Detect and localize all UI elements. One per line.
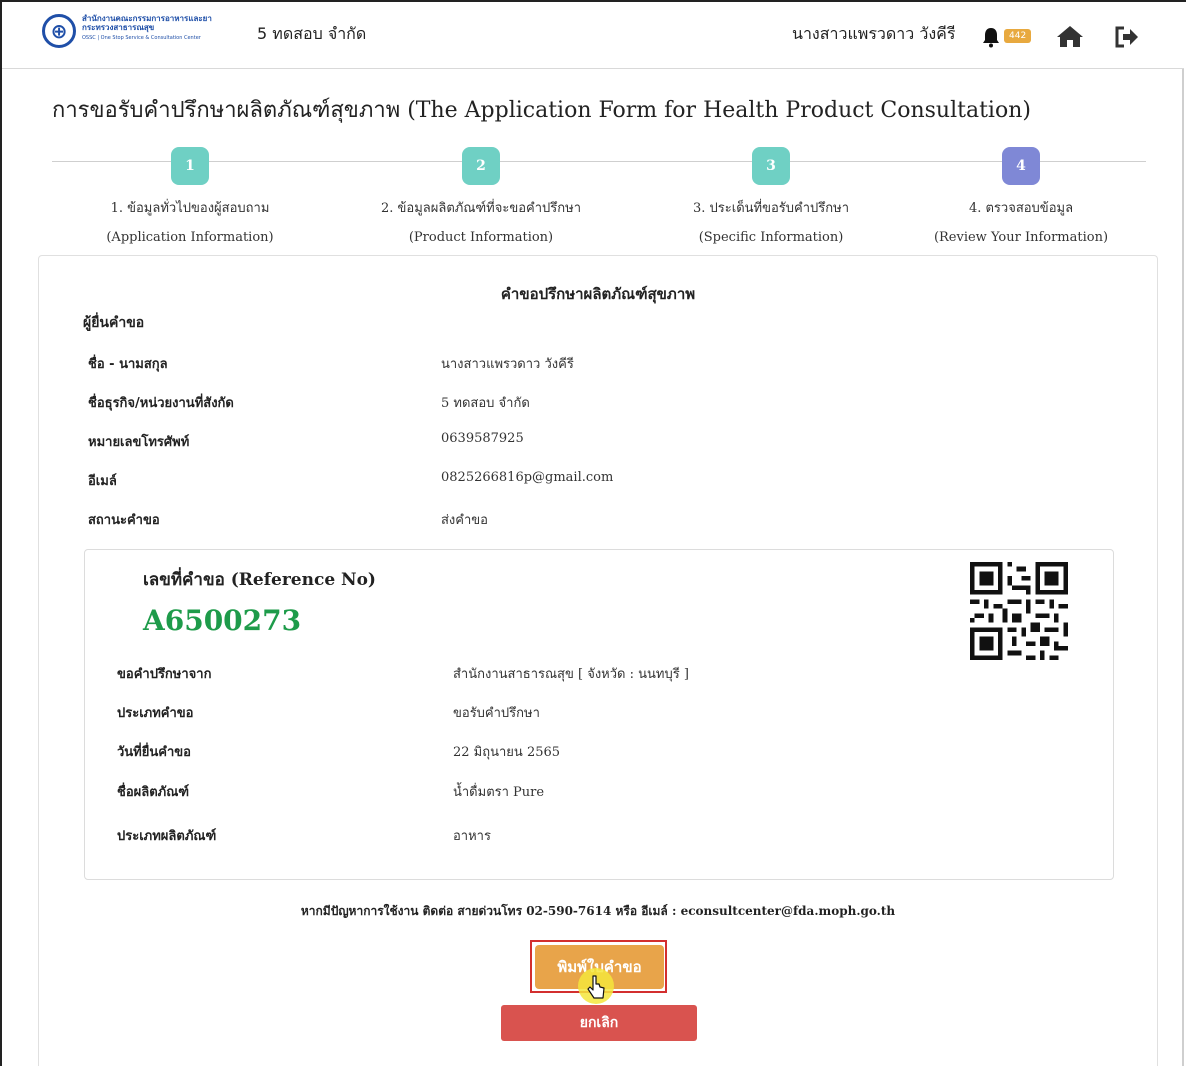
logo-line2: กระทรวงสาธารณสุข (82, 23, 155, 32)
request-status-label: สถานะคำขอ (88, 513, 160, 528)
applicant-name-label: ชื่อ - นามสกุล (88, 357, 168, 372)
reference-panel (84, 549, 1114, 880)
step-1-label: 1. ข้อมูลทั่วไปของผู้สอบถาม (110, 201, 270, 216)
step-4-sublabel: (Review Your Information) (933, 230, 1109, 245)
request-type-value: ขอรับคำปรึกษา (453, 706, 540, 721)
fda-logo[interactable]: ⊕ สำนักงานคณะกรรมการอาหารและยา กระทรวงสา… (42, 12, 242, 58)
applicant-org-label: ชื่อธุรกิจ/หน่วยงานที่สังกัด (88, 396, 234, 411)
user-name[interactable]: นางสาวแพรวดาว วังคีรี (792, 22, 955, 47)
step-4-label: 4. ตรวจสอบข้อมูล (968, 201, 1074, 216)
fda-logo-emblem-icon: ⊕ (42, 14, 76, 48)
product-name-value: น้ำดื่มตรา Pure (453, 785, 545, 800)
request-type-label: ประเภทคำขอ (117, 706, 194, 721)
step-4-number: 4 (1002, 147, 1040, 185)
bell-icon[interactable] (980, 26, 1002, 48)
cancel-button[interactable]: ยกเลิก (501, 1005, 697, 1041)
applicant-email-value: 0825266816p@gmail.com (441, 470, 614, 485)
step-3-sublabel: (Specific Information) (698, 230, 844, 245)
help-contact-text: หากมีปัญหาการใช้งาน ติดต่อ สายด่วนโทร 02… (300, 904, 896, 918)
step-2[interactable]: 2 2. ข้อมูลผลิตภัณฑ์ที่จะขอคำปรึกษา (Pro… (361, 147, 601, 245)
consult-from-value: สำนักงานสาธารณสุข [ จังหวัด : นนทบุรี ] (453, 667, 689, 682)
step-3-number: 3 (752, 147, 790, 185)
logo-text: สำนักงานคณะกรรมการอาหารและยา กระทรวงสาธา… (82, 14, 212, 43)
step-3-label: 3. ประเด็นที่ขอรับคำปรึกษา (693, 201, 849, 216)
product-type-label: ประเภทผลิตภัณฑ์ (117, 829, 217, 844)
logout-icon[interactable] (1115, 26, 1139, 48)
step-2-label: 2. ข้อมูลผลิตภัณฑ์ที่จะขอคำปรึกษา (380, 201, 582, 216)
step-2-sublabel: (Product Information) (408, 230, 554, 245)
home-icon[interactable] (1056, 24, 1084, 48)
product-type-value: อาหาร (453, 829, 491, 844)
applicant-phone-value: 0639587925 (441, 431, 524, 446)
request-status-value: ส่งคำขอ (441, 513, 488, 528)
reference-number: A6500273 (143, 604, 302, 637)
applicant-email-label: อีเมล์ (88, 474, 117, 489)
consult-from-label: ขอคำปรึกษาจาก (117, 667, 212, 682)
submit-date-label: วันที่ยื่นคำขอ (117, 745, 191, 760)
applicant-phone-label: หมายเลขโทรศัพท์ (88, 435, 190, 450)
step-3[interactable]: 3 3. ประเด็นที่ขอรับคำปรึกษา (Specific I… (651, 147, 891, 245)
reference-label: เลขที่คำขอ (Reference No) (143, 570, 376, 590)
applicant-name-value: นางสาวแพรวดาว วังคีรี (441, 357, 574, 372)
step-2-number: 2 (462, 147, 500, 185)
product-name-label: ชื่อผลิตภัณฑ์ (117, 785, 190, 800)
logo-line3: OSSC | One Stop Service & Consultation C… (82, 35, 201, 41)
logo-line1: สำนักงานคณะกรรมการอาหารและยา (82, 14, 212, 23)
qr-code-icon (970, 562, 1068, 660)
step-1-sublabel: (Application Information) (106, 230, 274, 245)
step-4[interactable]: 4 4. ตรวจสอบข้อมูล (Review Your Informat… (901, 147, 1141, 245)
form-title: คำขอปรึกษาผลิตภัณฑ์สุขภาพ (500, 285, 696, 303)
company-name: 5 ทดสอบ จำกัด (257, 24, 367, 43)
applicant-heading: ผู้ยื่นคำขอ (83, 315, 145, 331)
applicant-org-value: 5 ทดสอบ จำกัด (441, 396, 530, 411)
step-1[interactable]: 1 1. ข้อมูลทั่วไปของผู้สอบถาม (Applicati… (70, 147, 310, 245)
step-1-number: 1 (171, 147, 209, 185)
hand-cursor-icon (578, 968, 614, 1004)
top-navbar: ⊕ สำนักงานคณะกรรมการอาหารและยา กระทรวงสา… (2, 2, 1184, 69)
submit-date-value: 22 มิถุนายน 2565 (453, 745, 561, 760)
notification-badge[interactable]: 442 (1004, 29, 1032, 43)
page-title: การขอรับคำปรึกษาผลิตภัณฑ์สุขภาพ (The App… (52, 98, 1031, 123)
